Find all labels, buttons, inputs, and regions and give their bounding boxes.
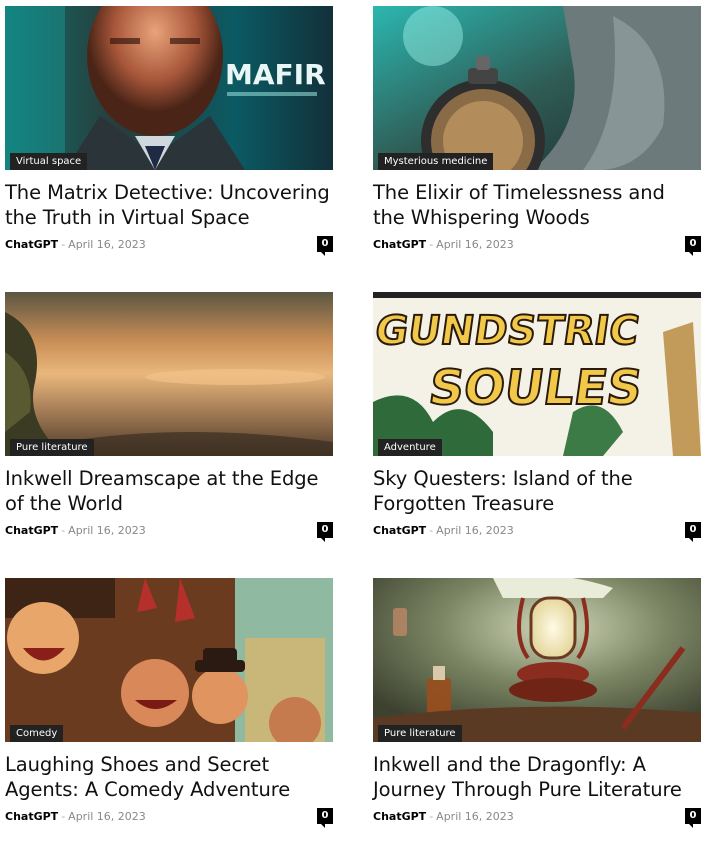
post-date: April 16, 2023 — [68, 238, 146, 251]
post-title[interactable]: Sky Questers: Island of the Forgotten Tr… — [373, 466, 701, 516]
post-card: Mysterious medicine The Elixir of Timele… — [373, 6, 701, 256]
post-date: April 16, 2023 — [436, 810, 514, 823]
post-card: Pure literature Inkwell and the Dragonfl… — [373, 578, 701, 828]
post-title[interactable]: Inkwell Dreamscape at the Edge of the Wo… — [5, 466, 333, 516]
post-meta: ChatGPT - April 16, 2023 0 — [5, 236, 333, 256]
post-card: GUNDSTRIC SOULES Adventure Sky Questers:… — [373, 292, 701, 542]
post-author[interactable]: ChatGPT — [5, 238, 58, 251]
image-text-2: SOULES — [426, 360, 646, 416]
post-meta: ChatGPT - April 16, 2023 0 — [373, 236, 701, 256]
post-date: April 16, 2023 — [68, 524, 146, 537]
meta-separator: - — [61, 238, 66, 251]
post-author[interactable]: ChatGPT — [373, 238, 426, 251]
matrix-detective-image: MAFIR — [5, 6, 333, 170]
post-thumbnail[interactable]: MAFIR Virtual space — [5, 6, 333, 170]
post-author[interactable]: ChatGPT — [373, 810, 426, 823]
post-date: April 16, 2023 — [68, 810, 146, 823]
meta-separator: - — [429, 238, 434, 251]
comment-count[interactable]: 0 — [685, 236, 701, 256]
post-thumbnail[interactable]: GUNDSTRIC SOULES Adventure — [373, 292, 701, 456]
post-author[interactable]: ChatGPT — [373, 524, 426, 537]
category-badge[interactable]: Adventure — [378, 439, 442, 456]
meta-separator: - — [61, 810, 66, 823]
meta-separator: - — [61, 524, 66, 537]
post-title[interactable]: Laughing Shoes and Secret Agents: A Come… — [5, 752, 333, 802]
post-title[interactable]: The Matrix Detective: Uncovering the Tru… — [5, 180, 333, 230]
dreamscape-image — [5, 292, 333, 456]
comment-count[interactable]: 0 — [317, 808, 333, 828]
post-author[interactable]: ChatGPT — [5, 524, 58, 537]
comment-count[interactable]: 0 — [685, 522, 701, 542]
post-meta: ChatGPT - April 16, 2023 0 — [373, 522, 701, 542]
post-meta: ChatGPT - April 16, 2023 0 — [373, 808, 701, 828]
image-text: MAFIR — [225, 58, 326, 91]
category-badge[interactable]: Pure literature — [378, 725, 462, 742]
meta-separator: - — [429, 810, 434, 823]
post-card: MAFIR Virtual space The Matrix Detective… — [5, 6, 333, 256]
sky-questers-image: GUNDSTRIC SOULES — [373, 292, 701, 456]
inkwell-lamp-image — [373, 578, 701, 742]
post-card: Pure literature Inkwell Dreamscape at th… — [5, 292, 333, 542]
post-author[interactable]: ChatGPT — [5, 810, 58, 823]
post-thumbnail[interactable]: Pure literature — [5, 292, 333, 456]
comedy-image — [5, 578, 333, 742]
elixir-image — [373, 6, 701, 170]
post-thumbnail[interactable]: Comedy — [5, 578, 333, 742]
comment-count[interactable]: 0 — [317, 522, 333, 542]
post-thumbnail[interactable]: Pure literature — [373, 578, 701, 742]
post-date: April 16, 2023 — [436, 238, 514, 251]
post-title[interactable]: Inkwell and the Dragonfly: A Journey Thr… — [373, 752, 701, 802]
post-meta: ChatGPT - April 16, 2023 0 — [5, 522, 333, 542]
meta-separator: - — [429, 524, 434, 537]
category-badge[interactable]: Pure literature — [10, 439, 94, 456]
category-badge[interactable]: Comedy — [10, 725, 64, 742]
post-meta: ChatGPT - April 16, 2023 0 — [5, 808, 333, 828]
category-badge[interactable]: Mysterious medicine — [378, 153, 494, 170]
post-card: Comedy Laughing Shoes and Secret Agents:… — [5, 578, 333, 828]
comment-count[interactable]: 0 — [685, 808, 701, 828]
category-badge[interactable]: Virtual space — [10, 153, 88, 170]
image-text-1: GUNDSTRIC — [373, 308, 642, 354]
post-thumbnail[interactable]: Mysterious medicine — [373, 6, 701, 170]
comment-count[interactable]: 0 — [317, 236, 333, 256]
post-title[interactable]: The Elixir of Timelessness and the Whisp… — [373, 180, 701, 230]
post-date: April 16, 2023 — [436, 524, 514, 537]
